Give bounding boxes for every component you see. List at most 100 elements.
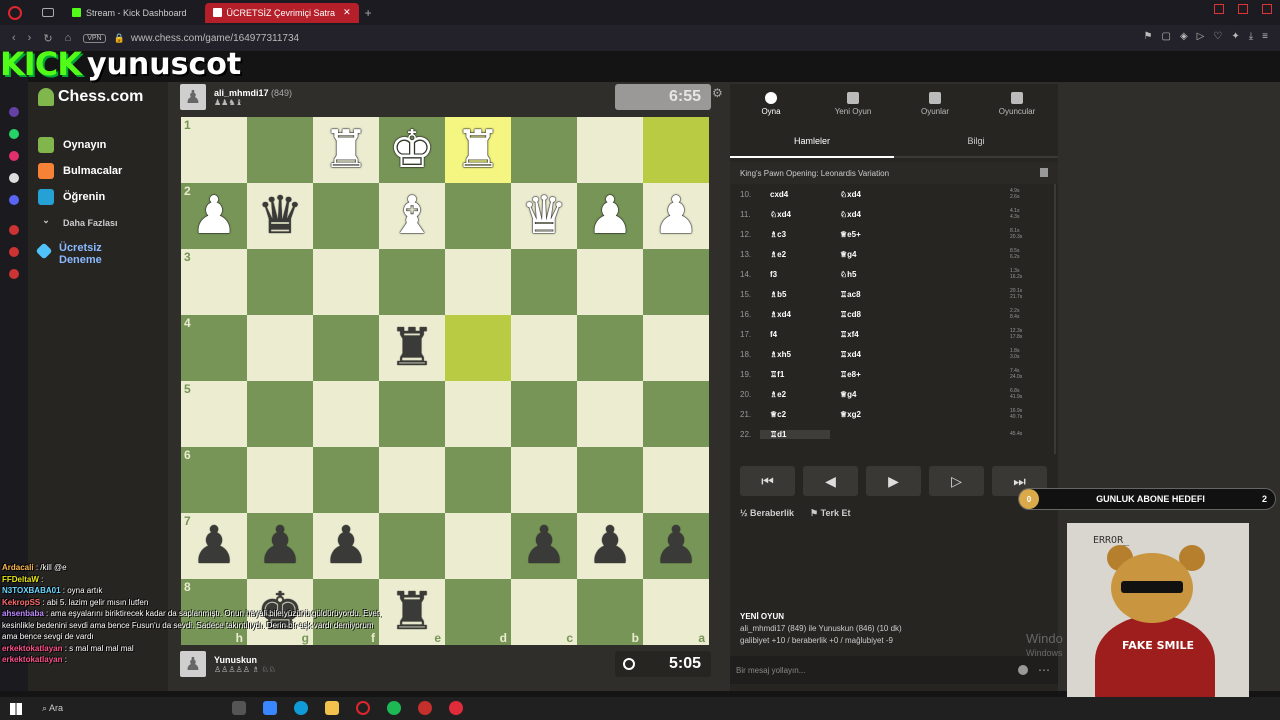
board-square[interactable]: 4 bbox=[181, 315, 247, 381]
white-move[interactable]: f3 bbox=[760, 270, 830, 279]
white-pawn-piece[interactable]: ♟ bbox=[191, 190, 238, 242]
black-rook-piece[interactable]: ♜ bbox=[389, 322, 436, 374]
opera-icon[interactable] bbox=[8, 5, 22, 20]
black-move[interactable]: ♘xd4 bbox=[830, 190, 980, 199]
board-square[interactable]: 2 ♟ bbox=[181, 183, 247, 249]
board-square[interactable] bbox=[577, 447, 643, 513]
tab-play[interactable]: Oyna bbox=[730, 84, 812, 124]
new-tab-button[interactable]: + bbox=[365, 6, 372, 20]
sidebar-item-free-trial[interactable]: Ücretsiz Deneme bbox=[28, 242, 168, 276]
board-square[interactable] bbox=[511, 249, 577, 315]
board-square[interactable] bbox=[643, 315, 709, 381]
home-icon[interactable]: ⌂ bbox=[65, 32, 72, 44]
black-move[interactable]: ♖xd4 bbox=[830, 350, 980, 359]
avatar[interactable]: ♟ bbox=[180, 84, 206, 110]
board-square[interactable]: ♟ bbox=[511, 513, 577, 579]
white-move[interactable]: ♗e2 bbox=[760, 250, 830, 259]
start-icon[interactable] bbox=[10, 702, 22, 715]
taskbar-search[interactable]: ⌕ Ara bbox=[42, 703, 63, 714]
board-square[interactable] bbox=[445, 315, 511, 381]
scrollbar[interactable] bbox=[1054, 184, 1056, 454]
white-bishop-piece[interactable]: ♝ bbox=[389, 190, 436, 242]
board-square[interactable] bbox=[445, 381, 511, 447]
white-move[interactable]: ♗e2 bbox=[760, 390, 830, 399]
board-square[interactable] bbox=[577, 381, 643, 447]
opera-taskbar-icon[interactable] bbox=[356, 701, 370, 715]
twitch-icon[interactable] bbox=[9, 107, 19, 117]
history-icon[interactable] bbox=[9, 225, 19, 235]
tab-players[interactable]: Oyuncular bbox=[976, 84, 1058, 124]
board-square[interactable]: e ♜ bbox=[379, 579, 445, 645]
board-square[interactable] bbox=[313, 381, 379, 447]
board-square[interactable] bbox=[379, 447, 445, 513]
board-square[interactable]: ♟ bbox=[577, 183, 643, 249]
board-square[interactable]: ♚ bbox=[379, 117, 445, 183]
black-move[interactable]: ♖ac8 bbox=[830, 290, 980, 299]
white-move[interactable]: ♗c3 bbox=[760, 230, 830, 239]
gear-icon[interactable]: ⚙ bbox=[712, 86, 723, 100]
player-icon[interactable]: ▷ bbox=[1197, 31, 1205, 42]
black-move[interactable]: ♘h5 bbox=[830, 270, 980, 279]
white-pawn-piece[interactable]: ♟ bbox=[587, 190, 634, 242]
reload-icon[interactable]: ↻ bbox=[43, 32, 52, 45]
white-move[interactable]: ♕c2 bbox=[760, 410, 830, 419]
board-square[interactable] bbox=[313, 315, 379, 381]
white-move[interactable]: ♗xh5 bbox=[760, 350, 830, 359]
lock-icon[interactable]: 🔒 bbox=[114, 33, 125, 44]
tab-kick-dashboard[interactable]: Stream - Kick Dashboard bbox=[64, 3, 195, 23]
black-move[interactable]: ♕e5+ bbox=[830, 230, 980, 239]
next-move-button[interactable]: ▷ bbox=[929, 466, 984, 496]
board-square[interactable]: ♟ bbox=[643, 513, 709, 579]
snapshot-icon[interactable]: ▢ bbox=[1162, 31, 1171, 42]
chat-username[interactable]: erkektokatlayan bbox=[2, 655, 62, 664]
white-rook-piece[interactable]: ♜ bbox=[455, 124, 502, 176]
white-move[interactable]: ♘xd4 bbox=[760, 210, 830, 219]
black-move[interactable]: ♕xg2 bbox=[830, 410, 980, 419]
menu-icon[interactable]: ≡ bbox=[1262, 31, 1268, 42]
board-square[interactable]: 1 bbox=[181, 117, 247, 183]
recording-icon[interactable] bbox=[449, 701, 463, 715]
more-options-icon[interactable]: ⋯ bbox=[1038, 663, 1050, 677]
prev-move-button[interactable]: ◀ bbox=[803, 466, 858, 496]
white-king-piece[interactable]: ♚ bbox=[389, 124, 436, 176]
chat-username[interactable]: N3TOXBABA01 bbox=[2, 586, 61, 595]
board-square[interactable] bbox=[511, 381, 577, 447]
edge-icon[interactable] bbox=[294, 701, 308, 715]
board-square[interactable]: a bbox=[643, 579, 709, 645]
resign-button[interactable]: ⚑ Terk Et bbox=[810, 508, 850, 519]
extensions-icon[interactable]: ✦ bbox=[1231, 31, 1239, 42]
black-pawn-piece[interactable]: ♟ bbox=[587, 520, 634, 572]
black-pawn-piece[interactable]: ♟ bbox=[653, 520, 700, 572]
white-pawn-piece[interactable]: ♟ bbox=[653, 190, 700, 242]
sidebar-item-puzzles[interactable]: Bulmacalar bbox=[28, 158, 168, 184]
sidebar-item-play[interactable]: Oynayın bbox=[28, 132, 168, 158]
board-square[interactable] bbox=[445, 249, 511, 315]
url-field[interactable]: www.chess.com/game/164977311734 bbox=[131, 33, 299, 44]
desktop-icon[interactable] bbox=[263, 701, 277, 715]
board-square[interactable] bbox=[643, 381, 709, 447]
chat-username[interactable]: ahsenbaba bbox=[2, 609, 44, 618]
board-square[interactable]: ♜ bbox=[379, 315, 445, 381]
close-tab-icon[interactable]: ✕ bbox=[343, 7, 351, 18]
board-square[interactable] bbox=[313, 183, 379, 249]
board-square[interactable]: d bbox=[445, 579, 511, 645]
white-move[interactable]: f4 bbox=[760, 330, 830, 339]
board-square[interactable] bbox=[247, 381, 313, 447]
board-square[interactable]: ♝ bbox=[379, 183, 445, 249]
first-move-button[interactable]: ⏮ bbox=[740, 466, 795, 496]
black-move[interactable]: ♖cd8 bbox=[830, 310, 980, 319]
chat-username[interactable]: erkektokatlayan bbox=[2, 644, 62, 653]
board-square[interactable]: c bbox=[511, 579, 577, 645]
white-move[interactable]: ♗b5 bbox=[760, 290, 830, 299]
download-icon[interactable]: ⤓ bbox=[1249, 31, 1253, 42]
task-view-icon[interactable] bbox=[232, 701, 246, 715]
sidebar-settings-icon[interactable] bbox=[9, 269, 19, 279]
board-square[interactable] bbox=[247, 447, 313, 513]
board-square[interactable] bbox=[643, 447, 709, 513]
black-move[interactable]: ♖xf4 bbox=[830, 330, 980, 339]
black-move[interactable]: ♕g4 bbox=[830, 390, 980, 399]
black-move[interactable]: ♕g4 bbox=[830, 250, 980, 259]
board-square[interactable] bbox=[379, 249, 445, 315]
board-square[interactable] bbox=[313, 447, 379, 513]
board-square[interactable] bbox=[313, 249, 379, 315]
